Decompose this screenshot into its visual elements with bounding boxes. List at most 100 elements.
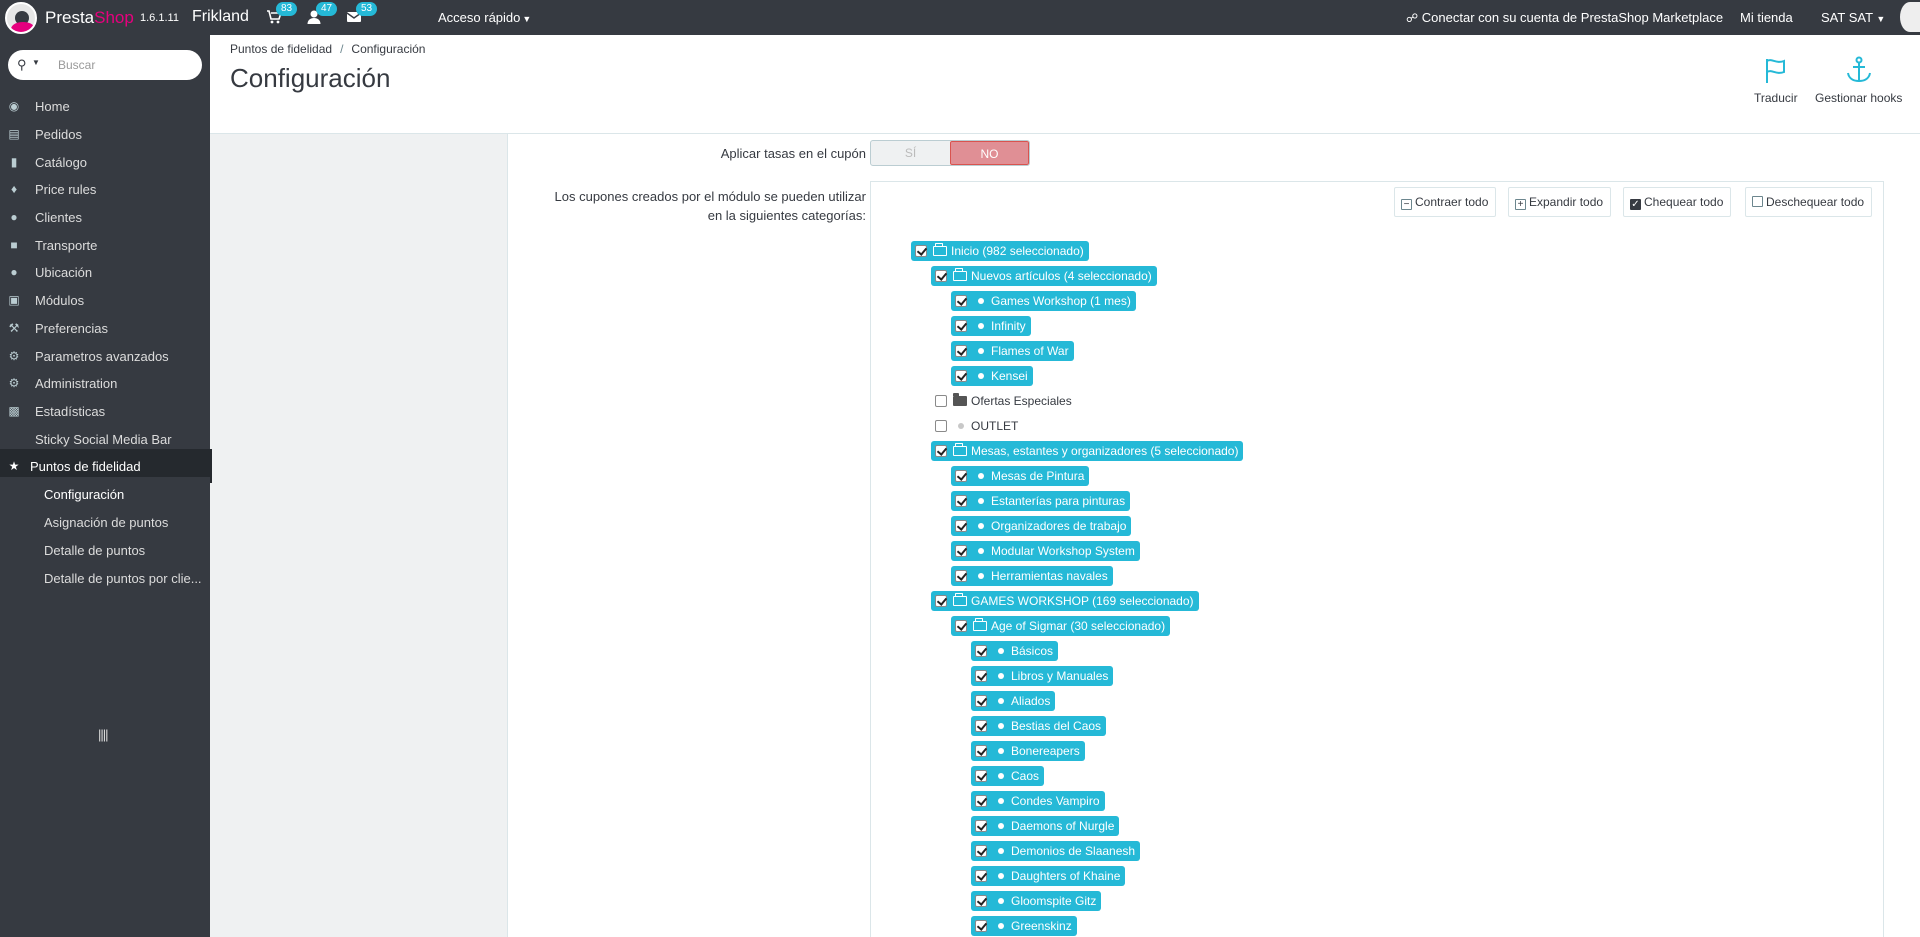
- tree-node[interactable]: Aliados: [971, 691, 1056, 711]
- folder-open-icon[interactable]: [953, 443, 967, 456]
- tree-node-checkbox[interactable]: [975, 820, 987, 832]
- tree-node[interactable]: Mesas, estantes y organizadores (5 selec…: [931, 441, 1244, 461]
- tree-node[interactable]: GAMES WORKSHOP (169 seleccionado): [931, 591, 1199, 611]
- folder-open-icon[interactable]: [933, 243, 947, 256]
- tree-node-checkbox[interactable]: [975, 745, 987, 757]
- tree-node-checkbox[interactable]: [955, 370, 967, 382]
- tree-node-checkbox[interactable]: [975, 895, 987, 907]
- folder-open-icon[interactable]: [953, 268, 967, 281]
- tree-node-checkbox[interactable]: [935, 420, 947, 432]
- tree-node[interactable]: Games Workshop (1 mes): [951, 291, 1136, 311]
- messages-notification[interactable]: 53: [346, 2, 378, 27]
- sidebar-subitem-points-by-customer[interactable]: Detalle de puntos por clie...: [0, 561, 210, 595]
- my-shop-link[interactable]: Mi tienda: [1740, 10, 1793, 25]
- tree-node[interactable]: Mesas de Pintura: [951, 466, 1090, 486]
- tree-node-checkbox[interactable]: [955, 620, 967, 632]
- customers-notification[interactable]: 47: [306, 2, 338, 27]
- tree-node-checkbox[interactable]: [915, 245, 927, 257]
- switch-yes-option[interactable]: SÍ: [871, 141, 950, 165]
- tree-node[interactable]: Daemons of Nurgle: [971, 816, 1120, 836]
- check-all-button[interactable]: ✓ Chequear todo: [1623, 187, 1732, 217]
- tree-node-checkbox[interactable]: [975, 870, 987, 882]
- tree-node-checkbox[interactable]: [955, 520, 967, 532]
- prestashop-logo-icon[interactable]: [2, 0, 38, 35]
- tree-node[interactable]: Libros y Manuales: [971, 666, 1114, 686]
- tree-node-checkbox[interactable]: [975, 670, 987, 682]
- tree-node-checkbox[interactable]: [975, 845, 987, 857]
- tree-node[interactable]: Greenskinz: [971, 916, 1077, 936]
- search-input[interactable]: Buscar: [58, 58, 95, 72]
- tree-node[interactable]: Inicio (982 seleccionado): [911, 241, 1089, 261]
- tree-node-checkbox[interactable]: [975, 920, 987, 932]
- orders-notification[interactable]: 83: [266, 2, 298, 27]
- translate-button[interactable]: Traducir: [1754, 55, 1798, 105]
- tree-node-checkbox[interactable]: [935, 270, 947, 282]
- puzzle-icon: ▣: [8, 293, 20, 307]
- tree-node[interactable]: Bestias del Caos: [971, 716, 1107, 736]
- tree-node[interactable]: Kensei: [951, 366, 1033, 386]
- bullet-icon: [978, 323, 984, 329]
- user-avatar[interactable]: [1900, 2, 1920, 32]
- uncheck-all-button[interactable]: Deschequear todo: [1745, 187, 1873, 217]
- tree-node[interactable]: Nuevos artículos (4 seleccionado): [931, 266, 1157, 286]
- tree-node-checkbox[interactable]: [975, 720, 987, 732]
- tree-node-checkbox[interactable]: [955, 545, 967, 557]
- sidebar-item-label: Puntos de fidelidad: [30, 459, 141, 474]
- tree-node[interactable]: Infinity: [951, 316, 1031, 336]
- tree-node-checkbox[interactable]: [975, 695, 987, 707]
- tree-node[interactable]: Demonios de Slaanesh: [971, 841, 1141, 861]
- tree-node[interactable]: Age of Sigmar (30 seleccionado): [951, 616, 1171, 636]
- collapse-all-label: Contraer todo: [1415, 195, 1489, 209]
- switch-no-option[interactable]: NO: [950, 141, 1029, 165]
- manage-hooks-button[interactable]: Gestionar hooks: [1815, 55, 1902, 105]
- tree-node[interactable]: Caos: [971, 766, 1045, 786]
- expand-all-button[interactable]: + Expandir todo: [1508, 187, 1612, 217]
- tree-node[interactable]: Estanterías para pinturas: [951, 491, 1131, 511]
- shop-name-link[interactable]: Frikland: [192, 8, 249, 26]
- tree-node-checkbox[interactable]: [955, 320, 967, 332]
- tree-node-checkbox[interactable]: [955, 495, 967, 507]
- quick-access-dropdown[interactable]: Acceso rápido ▼: [438, 10, 531, 25]
- book-icon: ▮: [10, 155, 18, 169]
- brand-name[interactable]: PrestaShop: [45, 8, 134, 28]
- bullet-icon: [978, 298, 984, 304]
- tree-node-checkbox[interactable]: [975, 795, 987, 807]
- tree-node-checkbox[interactable]: [935, 395, 947, 407]
- tree-node-label: Libros y Manuales: [1011, 669, 1109, 683]
- tree-node[interactable]: Condes Vampiro: [971, 791, 1105, 811]
- tree-node-checkbox[interactable]: [955, 570, 967, 582]
- search-box[interactable]: ⚲ ▼ Buscar: [8, 50, 202, 80]
- apply-taxes-switch[interactable]: SÍ NO: [870, 140, 1030, 166]
- tree-node[interactable]: Ofertas Especiales: [931, 391, 1077, 411]
- search-icon[interactable]: ⚲: [17, 57, 27, 73]
- tree-node[interactable]: Modular Workshop System: [951, 541, 1140, 561]
- collapse-all-button[interactable]: − Contraer todo: [1394, 187, 1497, 217]
- marketplace-link[interactable]: ☍ Conectar con su cuenta de PrestaShop M…: [1406, 10, 1723, 25]
- collapse-menu-icon[interactable]: ||||: [98, 727, 108, 742]
- tree-node[interactable]: Daughters of Khaine: [971, 866, 1126, 886]
- breadcrumb-item[interactable]: Puntos de fidelidad: [230, 42, 332, 56]
- folder-icon[interactable]: [953, 393, 967, 406]
- tree-node-checkbox[interactable]: [955, 295, 967, 307]
- tree-node-checkbox[interactable]: [935, 445, 947, 457]
- tree-node[interactable]: Gloomspite Gitz: [971, 891, 1102, 911]
- user-menu[interactable]: SAT SAT ▼: [1821, 10, 1885, 25]
- bullet-icon: [998, 923, 1004, 929]
- folder-open-icon[interactable]: [953, 593, 967, 606]
- tree-node[interactable]: Organizadores de trabajo: [951, 516, 1132, 536]
- tree-node[interactable]: Básicos: [971, 641, 1059, 661]
- tree-node-label: Age of Sigmar (30 seleccionado): [991, 619, 1166, 633]
- caret-down-icon[interactable]: ▼: [32, 58, 40, 67]
- tree-node[interactable]: OUTLET: [931, 416, 1023, 436]
- tree-node[interactable]: Herramientas navales: [951, 566, 1113, 586]
- tree-node-checkbox[interactable]: [955, 345, 967, 357]
- tree-node-checkbox[interactable]: [955, 470, 967, 482]
- tree-node[interactable]: Bonereapers: [971, 741, 1085, 761]
- folder-open-icon[interactable]: [973, 618, 987, 631]
- tree-node-label: Organizadores de trabajo: [991, 519, 1127, 533]
- tree-node-checkbox[interactable]: [935, 595, 947, 607]
- top-bar: PrestaShop 1.6.1.11 Frikland 83 47 53 Ac…: [0, 0, 1920, 35]
- tree-node[interactable]: Flames of War: [951, 341, 1074, 361]
- tree-node-checkbox[interactable]: [975, 645, 987, 657]
- tree-node-checkbox[interactable]: [975, 770, 987, 782]
